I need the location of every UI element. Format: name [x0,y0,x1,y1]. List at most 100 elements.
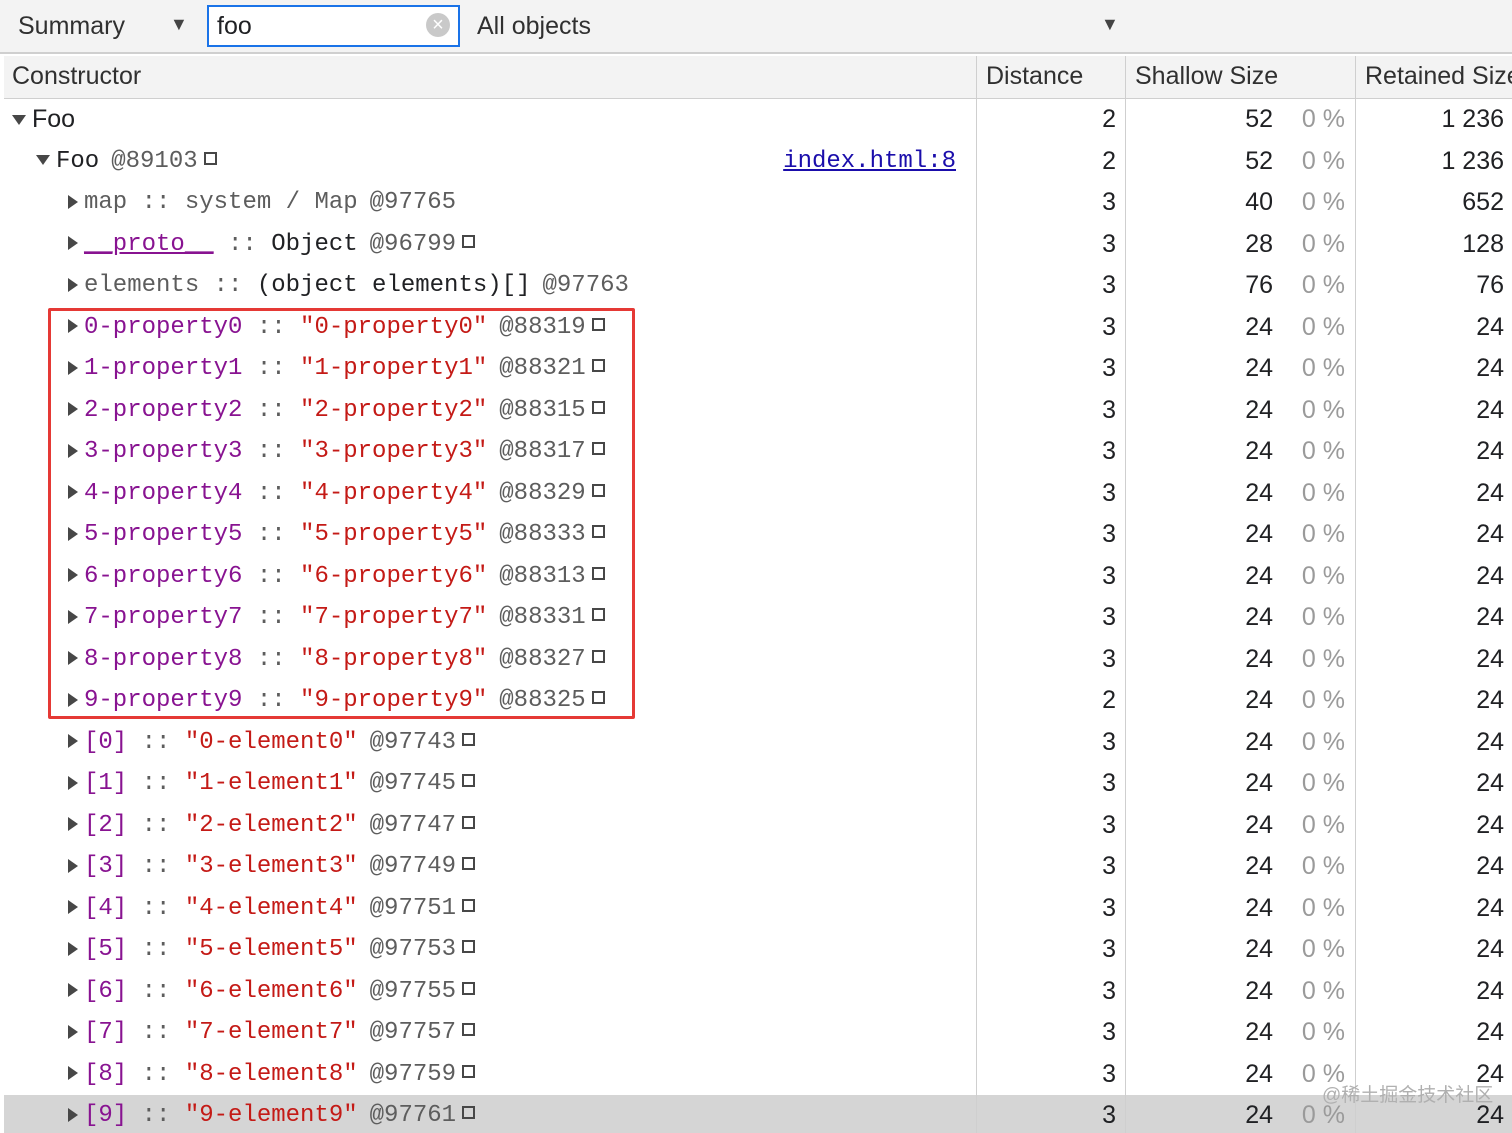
tree-cell: elements :: (object elements)[] @97763 [68,265,629,307]
object-id: @97749 [369,853,457,880]
reveal-in-summary-icon[interactable] [462,732,476,746]
tree-cell: [7] :: "7-element7" @97757 [68,1012,476,1054]
table-row[interactable]: [6] :: "6-element6" @97755 3 24 0 % 24 [4,971,1512,1013]
object-id: @97757 [369,1019,457,1046]
reveal-in-summary-icon[interactable] [462,981,476,995]
shallow-size-cell: 24 [1245,852,1273,880]
expanded-triangle-icon[interactable] [12,115,26,126]
table-row[interactable]: [1] :: "1-element1" @97745 3 24 0 % 24 [4,763,1512,805]
column-header-shallow-size[interactable]: Shallow Size [1135,62,1278,91]
reveal-in-summary-icon[interactable] [462,774,476,788]
tree-cell: [8] :: "8-element8" @97759 [68,1054,476,1096]
column-header-distance[interactable]: Distance [986,62,1083,91]
collapsed-triangle-icon[interactable] [68,1066,78,1081]
collapsed-triangle-icon[interactable] [68,277,78,292]
retained-size-cell: 24 [1476,1018,1504,1046]
column-divider[interactable] [976,56,977,98]
object-id: @97763 [542,272,629,299]
table-row[interactable]: [3] :: "3-element3" @97749 3 24 0 % 24 [4,846,1512,888]
reveal-in-summary-icon[interactable] [462,940,476,954]
scope-chevron-down-icon[interactable]: ▼ [1101,14,1119,35]
table-row[interactable]: Foo @89103 index.html:8 2 52 0 % 1 236 [4,141,1512,183]
table-row[interactable]: [2] :: "2-element2" @97747 3 24 0 % 24 [4,805,1512,847]
shallow-size-percent: 0 % [1301,395,1345,424]
watermark: @稀土掘金技术社区 [1322,1085,1494,1106]
collapsed-triangle-icon[interactable] [68,1024,78,1039]
retained-size-cell: 24 [1476,727,1504,756]
property-name: [5] [84,936,128,963]
collapsed-triangle-icon[interactable] [68,817,78,832]
shallow-size-percent: 0 % [1301,1018,1345,1046]
shallow-size-cell: 24 [1245,312,1273,341]
object-value: Object [271,230,358,258]
collapsed-triangle-icon[interactable] [68,1107,78,1122]
reveal-in-summary-icon[interactable] [462,1064,476,1078]
shallow-size-cell: 24 [1245,686,1273,714]
retained-size-cell: 24 [1476,644,1504,673]
property-name: [8] [84,1060,128,1088]
shallow-size-cell: 24 [1245,561,1273,590]
distance-cell: 3 [1102,229,1116,258]
reveal-in-summary-icon[interactable] [462,1106,476,1120]
collapsed-triangle-icon[interactable] [68,983,78,998]
column-divider[interactable] [1355,56,1356,98]
reveal-in-summary-icon[interactable] [462,234,476,248]
retained-size-cell: 24 [1476,354,1504,382]
column-header-constructor[interactable]: Constructor [12,62,141,91]
reveal-in-summary-icon[interactable] [462,815,476,829]
retained-size-cell: 24 [1476,603,1504,631]
shallow-size-percent: 0 % [1301,935,1345,963]
reveal-in-summary-icon[interactable] [462,1023,476,1037]
collapsed-triangle-icon[interactable] [68,941,78,956]
collapsed-triangle-icon[interactable] [68,194,78,209]
table-row[interactable]: [4] :: "4-element4" @97751 3 24 0 % 24 [4,888,1512,930]
shallow-size-cell: 40 [1245,188,1273,216]
table-row[interactable]: Foo 2 52 0 % 1 236 [4,99,1512,141]
source-link[interactable]: index.html:8 [783,141,956,183]
reveal-in-summary-icon[interactable] [462,857,476,871]
table-row[interactable]: map :: system / Map @97765 3 40 0 % 652 [4,182,1512,224]
column-divider [976,99,977,1133]
tree-cell: [9] :: "9-element9" @97761 [68,1095,476,1133]
toolbar: Summary ▼ × All objects ▼ [0,0,1512,54]
distance-cell: 3 [1102,1018,1116,1046]
table-row[interactable]: [5] :: "5-element5" @97753 3 24 0 % 24 [4,929,1512,971]
edge-separator: :: [127,1060,185,1088]
table-row[interactable]: [7] :: "7-element7" @97757 3 24 0 % 24 [4,1012,1512,1054]
shallow-size-cell: 24 [1245,810,1273,839]
class-filter-box[interactable]: × [207,5,460,47]
tree-cell: [6] :: "6-element6" @97755 [68,971,476,1013]
column-divider [1125,99,1126,1133]
table-row[interactable]: elements :: (object elements)[] @97763 3 76… [4,265,1512,307]
table-header: Constructor Distance Shallow Size Retain… [4,56,1512,99]
property-name: [2] [84,811,128,839]
collapsed-triangle-icon[interactable] [68,775,78,790]
distance-cell: 2 [1102,146,1116,175]
collapsed-triangle-icon[interactable] [68,236,78,251]
class-filter-input[interactable] [217,11,417,41]
collapsed-triangle-icon[interactable] [68,858,78,873]
object-id: @97755 [369,977,457,1005]
reveal-in-summary-icon[interactable] [462,898,476,912]
retained-size-cell: 24 [1476,395,1504,424]
retained-size-cell: 76 [1476,271,1504,299]
collapsed-triangle-icon[interactable] [68,900,78,915]
clear-filter-icon[interactable]: × [426,13,450,37]
table-row[interactable]: __proto__ :: Object @96799 3 28 0 % 128 [4,224,1512,266]
object-scope-select[interactable]: All objects [477,12,591,41]
object-value: "0-element0" [184,728,358,756]
property-name: __proto__ [84,230,214,258]
view-chevron-down-icon[interactable]: ▼ [170,14,188,35]
tree-cell: [1] :: "1-element1" @97745 [68,763,476,805]
collapsed-triangle-icon[interactable] [68,734,78,749]
property-name: [6] [84,977,128,1005]
column-divider[interactable] [1125,56,1126,98]
column-header-retained-size[interactable]: Retained Size [1365,62,1512,91]
table-row[interactable]: [8] :: "8-element8" @97759 3 24 0 % 24 [4,1054,1512,1096]
expanded-triangle-icon[interactable] [36,155,50,166]
reveal-in-summary-icon[interactable] [203,151,217,165]
view-select[interactable]: Summary [18,12,125,41]
table-row[interactable]: [9] :: "9-element9" @97761 3 24 0 % 24 [4,1095,1512,1133]
retained-size-cell: 1 236 [1441,105,1504,133]
table-row[interactable]: [0] :: "0-element0" @97743 3 24 0 % 24 [4,722,1512,764]
